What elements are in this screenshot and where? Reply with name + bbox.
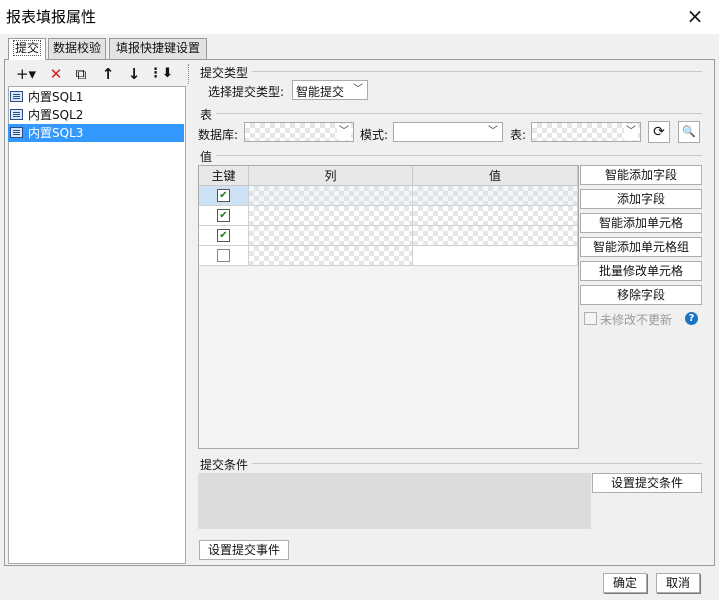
database-label: 数据库: <box>198 128 239 142</box>
submit-type-select[interactable]: 智能提交 ﹀ <box>292 80 368 100</box>
table-select[interactable]: ﹀ <box>531 122 641 142</box>
submit-type-label: 选择提交类型: <box>208 85 285 99</box>
key-cell: ✔ <box>199 206 249 226</box>
move-down-icon[interactable]: ↓ <box>123 64 145 84</box>
list-item-label: 内置SQL3 <box>28 126 84 140</box>
chevron-down-icon: ﹀ <box>624 124 638 140</box>
key-checkbox[interactable]: ✔ <box>217 189 230 202</box>
list-item-label: 内置SQL2 <box>28 108 84 122</box>
key-cell: ✔ <box>199 186 249 206</box>
submit-type-section-label: 提交类型 <box>200 66 249 80</box>
column-cell[interactable] <box>249 246 413 266</box>
dialog-title: 报表填报属性 <box>6 8 97 26</box>
divider <box>252 71 702 72</box>
column-header-column[interactable]: 列 <box>249 166 413 186</box>
title-bar <box>0 0 719 34</box>
close-icon[interactable]: × <box>682 3 708 29</box>
value-cell[interactable] <box>413 226 578 246</box>
sql-table-icon <box>10 127 23 138</box>
tab-data-validation-label: 数据校验 <box>52 41 101 55</box>
move-bottom-icon[interactable]: ⋮⬇ <box>148 64 174 84</box>
sql-table-icon <box>10 91 23 102</box>
submit-type-value: 智能提交 <box>296 85 345 99</box>
no-change-no-update-checkbox[interactable] <box>584 312 597 325</box>
condition-section-label: 提交条件 <box>200 458 249 472</box>
splitter-handle[interactable] <box>188 64 191 84</box>
preview-icon[interactable]: 🔍 <box>678 121 700 143</box>
refresh-icon[interactable]: ⟳ <box>648 121 670 143</box>
tab-shortcut-settings-label: 填报快捷键设置 <box>115 41 200 55</box>
copy-icon[interactable]: ⧉ <box>70 64 92 84</box>
column-cell[interactable] <box>249 186 413 206</box>
delete-icon[interactable]: ✕ <box>45 64 67 84</box>
divider <box>216 113 702 114</box>
sql-list <box>8 86 186 564</box>
chevron-down-icon: ﹀ <box>488 126 498 137</box>
column-header-key[interactable]: 主键 <box>199 166 249 186</box>
tab-shortcut-settings[interactable]: 填报快捷键设置 <box>109 38 207 59</box>
smart-add-field-button[interactable]: 智能添加字段 <box>580 165 702 185</box>
schema-label: 模式: <box>360 128 389 142</box>
smart-add-cell-button[interactable]: 智能添加单元格 <box>580 213 702 233</box>
smart-add-cell-group-button[interactable]: 智能添加单元格组 <box>580 237 702 257</box>
table-row[interactable]: ✔ <box>199 206 578 226</box>
tab-submit[interactable]: 提交 <box>8 38 46 60</box>
remove-field-button[interactable]: 移除字段 <box>580 285 702 305</box>
divider <box>216 155 702 156</box>
add-icon[interactable]: +▾ <box>12 64 40 84</box>
schema-select[interactable]: ﹀ <box>393 122 503 142</box>
help-icon[interactable]: ? <box>685 312 698 325</box>
divider <box>252 463 702 464</box>
database-select[interactable]: ﹀ <box>244 122 354 142</box>
list-item[interactable]: 内置SQL1 <box>8 88 184 106</box>
value-cell[interactable] <box>413 206 578 226</box>
column-header-value[interactable]: 值 <box>413 166 578 186</box>
set-submit-condition-button[interactable]: 设置提交条件 <box>592 473 702 493</box>
sql-table-icon <box>10 109 23 120</box>
table-row[interactable] <box>199 246 578 266</box>
key-checkbox[interactable]: ✔ <box>217 209 230 222</box>
list-item[interactable]: 内置SQL2 <box>8 106 184 124</box>
column-cell[interactable] <box>249 206 413 226</box>
key-cell: ✔ <box>199 226 249 246</box>
list-item-selected[interactable]: 内置SQL3 <box>8 124 184 142</box>
key-cell <box>199 246 249 266</box>
table-section-label: 表 <box>200 108 213 122</box>
condition-display-area <box>198 473 591 529</box>
tab-data-validation[interactable]: 数据校验 <box>48 38 106 59</box>
move-up-icon[interactable]: ↑ <box>97 64 119 84</box>
column-cell[interactable] <box>249 226 413 246</box>
value-cell[interactable] <box>413 186 578 206</box>
table-row[interactable]: ✔ <box>199 226 578 246</box>
tab-submit-label: 提交 <box>12 40 41 56</box>
key-checkbox[interactable] <box>217 249 230 262</box>
add-field-button[interactable]: 添加字段 <box>580 189 702 209</box>
list-item-label: 内置SQL1 <box>28 90 84 104</box>
values-section-label: 值 <box>200 150 213 164</box>
chevron-down-icon: ﹀ <box>337 124 351 140</box>
cancel-button[interactable]: 取消 <box>656 573 700 593</box>
value-cell[interactable] <box>413 246 578 266</box>
table-row[interactable]: ✔ <box>199 186 578 206</box>
chevron-down-icon: ﹀ <box>353 84 363 95</box>
set-submit-event-button[interactable]: 设置提交事件 <box>199 540 289 560</box>
key-checkbox[interactable]: ✔ <box>217 229 230 242</box>
no-change-no-update-label: 未修改不更新 <box>600 313 673 327</box>
ok-button[interactable]: 确定 <box>603 573 647 593</box>
batch-modify-cells-button[interactable]: 批量修改单元格 <box>580 261 702 281</box>
table-label: 表: <box>510 128 527 142</box>
